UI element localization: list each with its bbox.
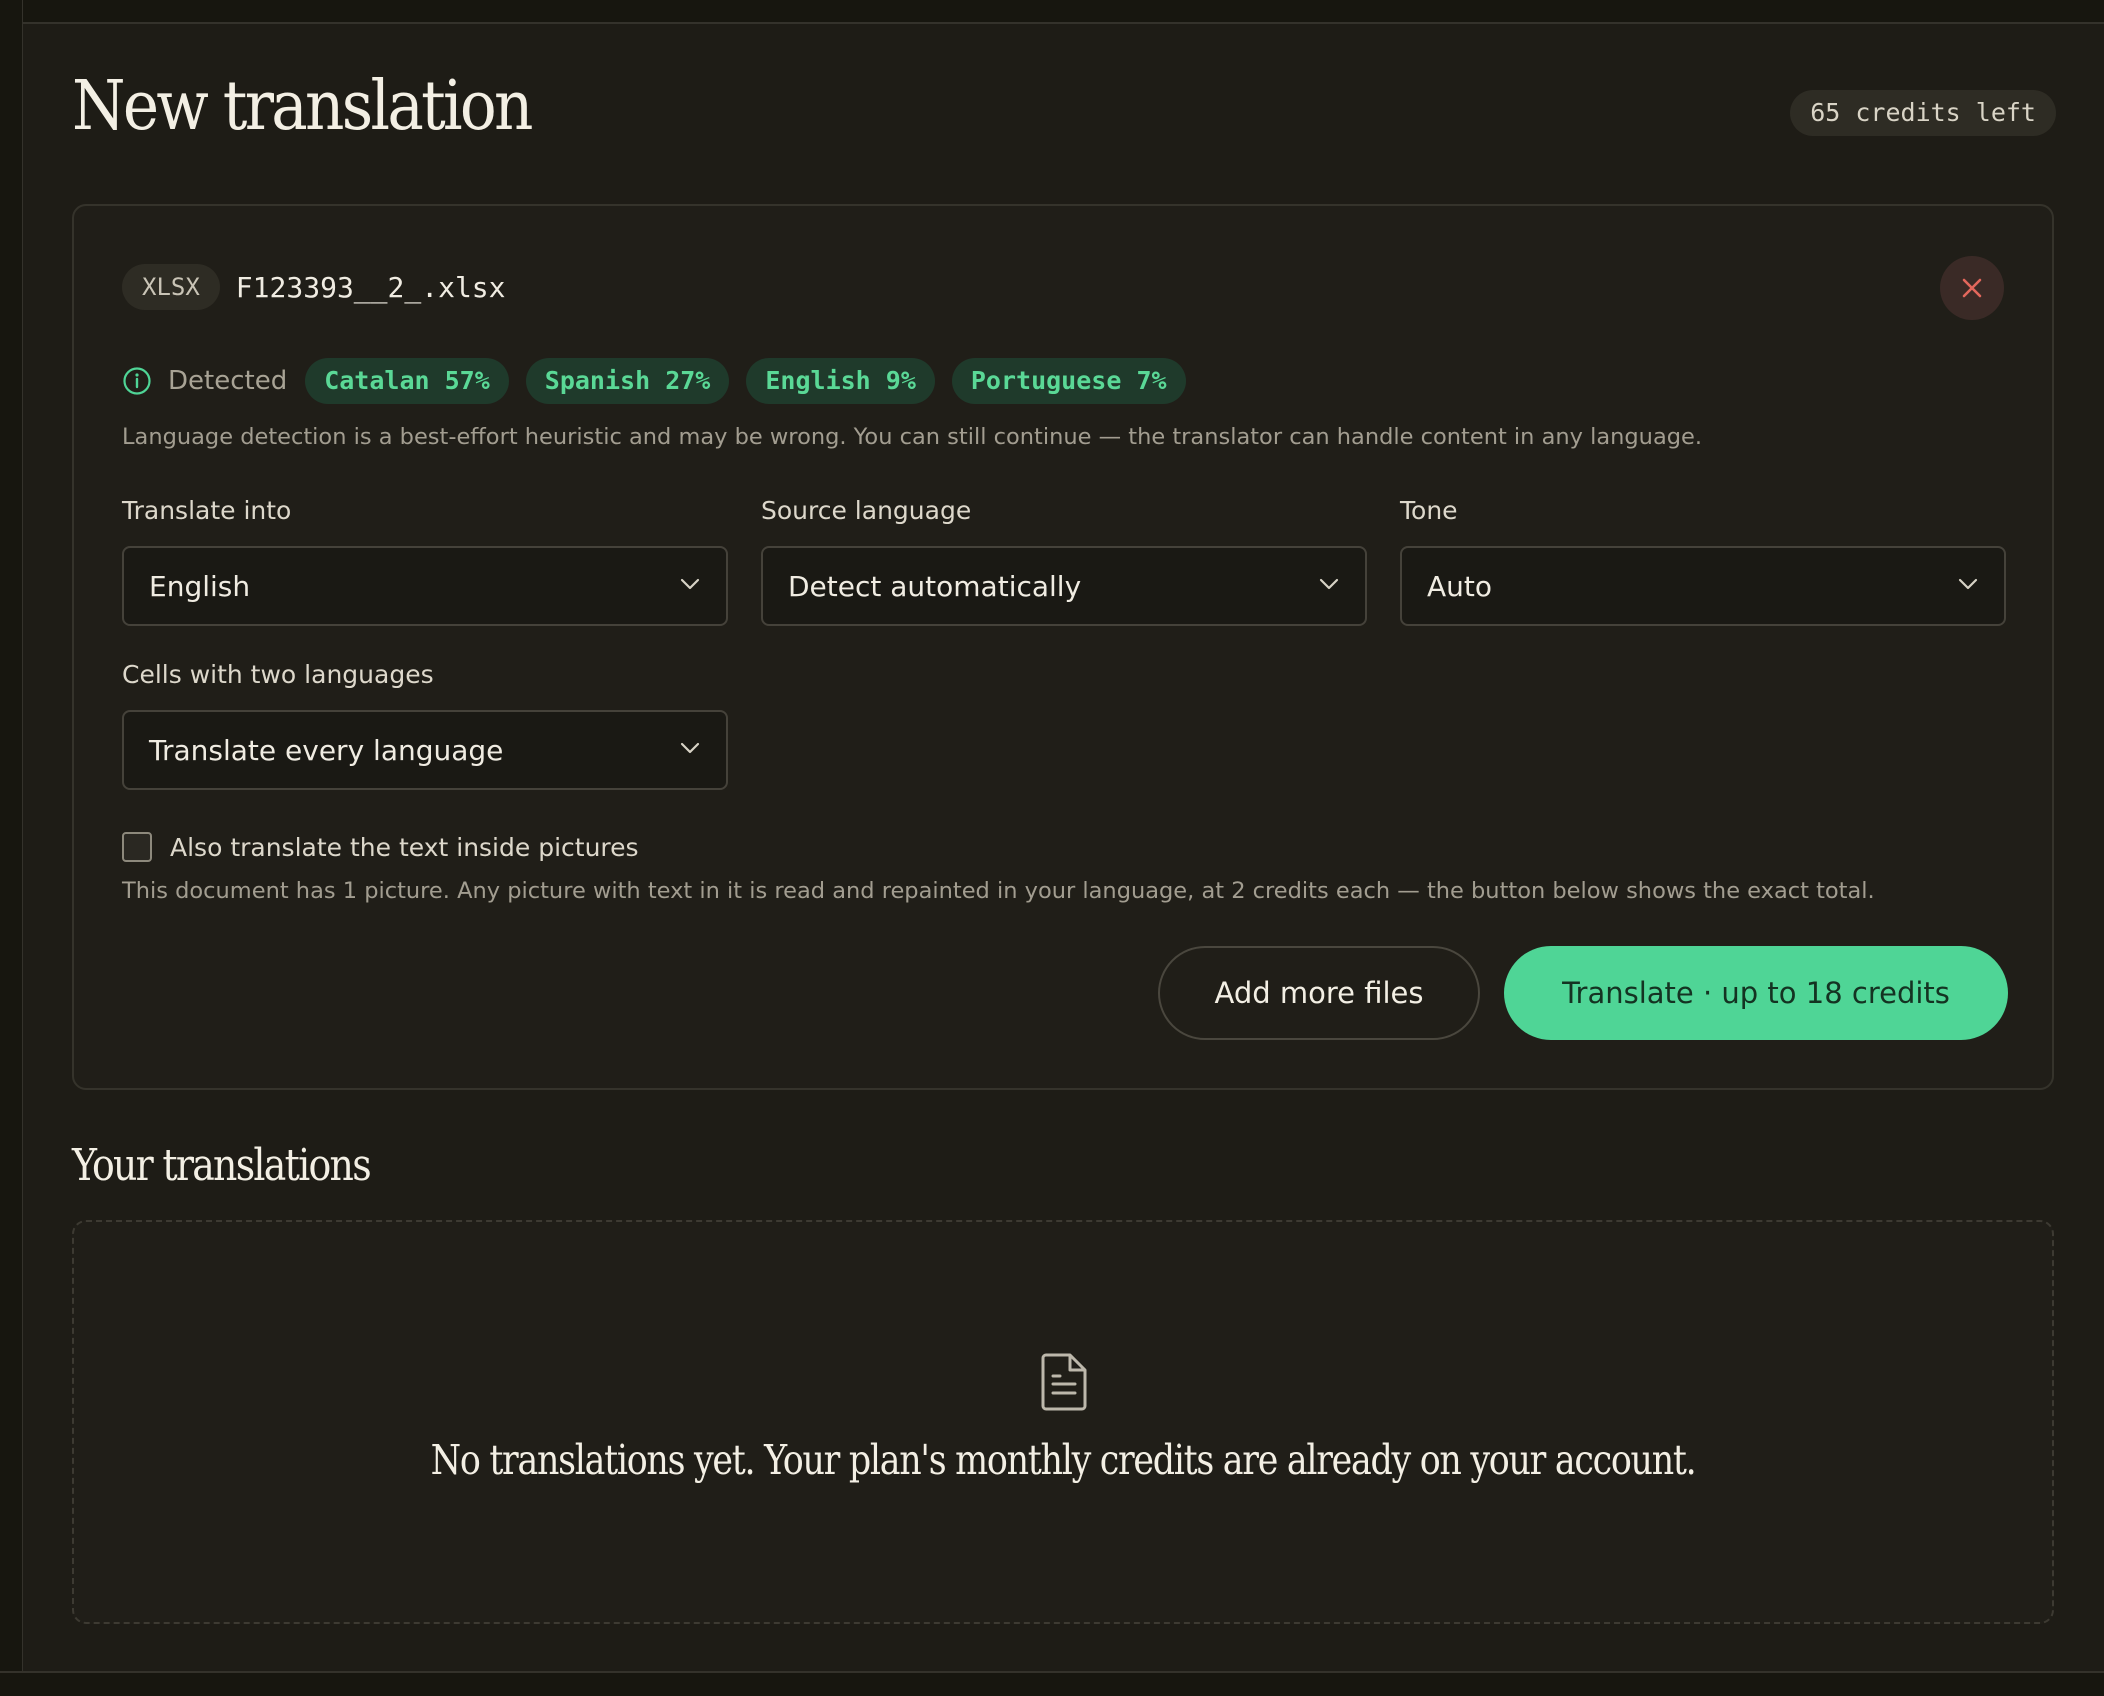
add-more-files-button[interactable]: Add more files	[1158, 946, 1480, 1040]
tone-value: Auto	[1427, 569, 1493, 603]
page: New translation 65 credits left XLSX F12…	[0, 0, 2104, 1696]
bottom-border	[0, 1671, 2104, 1696]
left-border	[0, 0, 23, 1696]
translate-pictures-checkbox[interactable]	[122, 832, 152, 862]
language-chip: Spanish 27%	[525, 358, 730, 404]
translate-pictures-row: Also translate the text inside pictures	[122, 832, 639, 862]
chevron-down-icon	[1958, 578, 1978, 590]
file-row: XLSX F123393__2_.xlsx	[122, 264, 506, 310]
pictures-note: This document has 1 picture. Any picture…	[122, 878, 1875, 904]
remove-file-button[interactable]	[1940, 256, 2004, 320]
two-languages-value: Translate every language	[149, 733, 504, 767]
two-languages-label: Cells with two languages	[122, 660, 434, 689]
translate-pictures-label[interactable]: Also translate the text inside pictures	[170, 833, 639, 862]
empty-state-message: No translations yet. Your plan's monthly…	[430, 1436, 1697, 1484]
credits-badge: 65 credits left	[1790, 90, 2056, 136]
document-icon	[1041, 1353, 1087, 1411]
tone-label: Tone	[1400, 496, 1458, 525]
chevron-down-icon	[680, 578, 700, 590]
translation-card: XLSX F123393__2_.xlsx Detected Catalan 5…	[72, 204, 2054, 1090]
language-chip: Portuguese 7%	[951, 358, 1186, 404]
page-title: New translation	[72, 67, 533, 146]
language-chip: Catalan 57%	[305, 358, 509, 404]
chevron-down-icon	[680, 742, 700, 754]
detection-note: Language detection is a best-effort heur…	[122, 424, 1703, 450]
translate-into-value: English	[149, 569, 251, 603]
close-icon	[1962, 278, 1982, 298]
translate-into-select[interactable]: English	[122, 546, 728, 626]
translate-into-label: Translate into	[122, 496, 292, 525]
source-language-select[interactable]: Detect automatically	[761, 546, 1367, 626]
file-type-badge: XLSX	[122, 264, 220, 310]
source-language-value: Detect automatically	[788, 569, 1082, 603]
detection-row: Detected Catalan 57% Spanish 27% English…	[122, 358, 1203, 404]
translations-empty-state: No translations yet. Your plan's monthly…	[72, 1220, 2054, 1624]
two-languages-select[interactable]: Translate every language	[122, 710, 728, 790]
your-translations-title: Your translations	[72, 1140, 372, 1191]
language-chip: English 9%	[746, 358, 935, 404]
detected-label: Detected	[168, 366, 288, 396]
source-language-label: Source language	[761, 496, 972, 525]
chevron-down-icon	[1319, 578, 1339, 590]
empty-state-text: No translations yet. Your plan's monthly…	[74, 1436, 2052, 1484]
info-circle-icon	[123, 367, 151, 395]
tone-select[interactable]: Auto	[1400, 546, 2006, 626]
top-border	[0, 0, 2104, 24]
file-name: F123393__2_.xlsx	[235, 270, 506, 304]
translate-button[interactable]: Translate · up to 18 credits	[1504, 946, 2008, 1040]
